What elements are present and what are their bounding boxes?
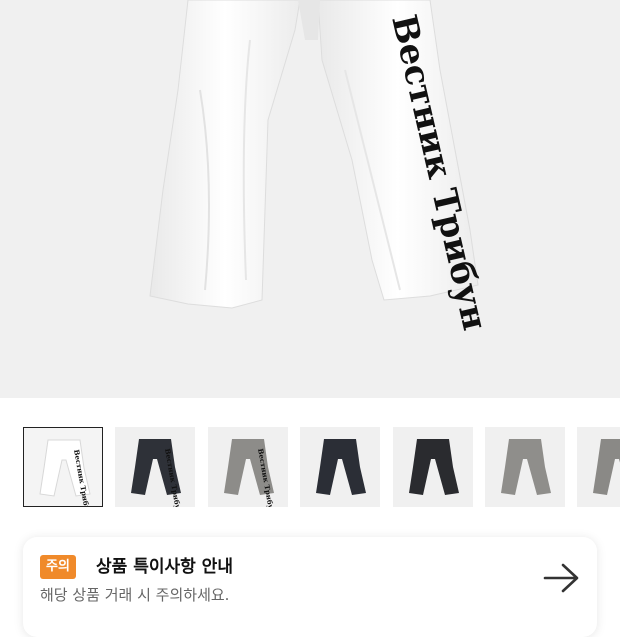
pants-thumbnail-image	[501, 439, 551, 495]
arrow-right-icon[interactable]	[543, 562, 581, 594]
product-thumbnail[interactable]: Вестник Трибун	[115, 427, 195, 507]
pants-thumbnail-image	[593, 439, 620, 495]
pants-thumbnail-image	[409, 439, 459, 495]
notice-title: 상품 특이사항 안내	[96, 557, 233, 577]
pants-thumbnail-image	[316, 439, 366, 495]
product-thumbnail[interactable]	[577, 427, 620, 507]
caution-notice-card[interactable]: 주의 상품 특이사항 안내 해당 상품 거래 시 주의하세요.	[23, 537, 597, 637]
thumbnail-strip[interactable]: Вестник Трибун Вестник Трибун Вестник Триб…	[0, 427, 620, 509]
product-thumbnail[interactable]: Вестник Трибун	[208, 427, 288, 507]
product-hero-image[interactable]: Вестник Трибун	[0, 0, 620, 398]
sweatpants-illustration: Вестник Трибун	[149, 0, 495, 334]
product-thumbnail[interactable]	[393, 427, 473, 507]
product-thumbnail[interactable]: Вестник Трибун	[23, 427, 103, 507]
product-thumbnail[interactable]	[485, 427, 565, 507]
notice-subtitle: 해당 상품 거래 시 주의하세요.	[40, 586, 230, 604]
pants-thumbnail-image: Вестник Трибун	[39, 439, 92, 506]
pants-thumbnail-image: Вестник Трибун	[131, 439, 183, 507]
caution-badge: 주의	[40, 555, 76, 579]
pants-thumbnail-image: Вестник Трибун	[224, 439, 276, 507]
product-thumbnail[interactable]	[300, 427, 380, 507]
